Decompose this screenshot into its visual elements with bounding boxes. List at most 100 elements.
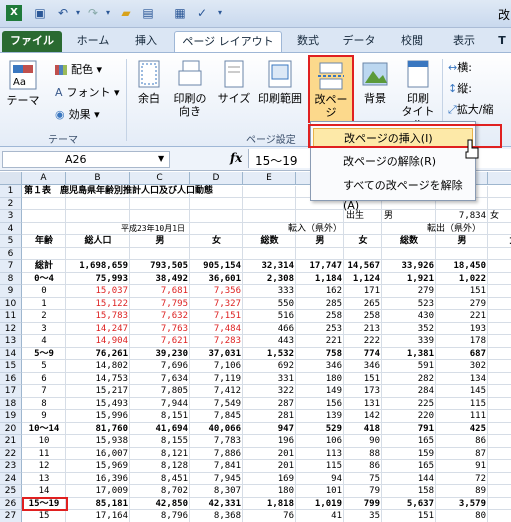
undo-dropdown-icon[interactable]: ▾ <box>70 5 86 21</box>
row-header[interactable]: 11 <box>0 310 22 323</box>
print-preview-icon[interactable]: ▤ <box>140 5 156 21</box>
data-value: 443 <box>277 336 294 346</box>
row-header[interactable]: 8 <box>0 272 22 285</box>
print-area-button[interactable]: 印刷範囲 <box>255 59 305 105</box>
worksheet-grid[interactable]: ABCDEFGHIJ123456789101112131415161718192… <box>0 172 511 522</box>
row-header[interactable]: 18 <box>0 397 22 410</box>
row-header[interactable]: 16 <box>0 372 22 385</box>
data-value: 42,331 <box>208 498 241 509</box>
row-header[interactable]: 1 <box>0 185 22 198</box>
column-header[interactable]: D <box>190 172 243 185</box>
data-value: 42,850 <box>155 498 188 509</box>
data-value: 8,128 <box>160 461 188 471</box>
age-label: 2 <box>41 311 47 321</box>
background-button[interactable]: 背景 <box>358 59 392 105</box>
menu-reset-all-page-breaks[interactable]: すべての改ページを解除(A) <box>313 176 473 212</box>
customize-qat-icon[interactable]: ▾ <box>212 5 228 21</box>
row-header[interactable]: 13 <box>0 335 22 348</box>
row-header[interactable]: 9 <box>0 285 22 298</box>
name-box[interactable]: A26 <box>2 151 170 168</box>
row-header[interactable]: 21 <box>0 435 22 448</box>
column-header[interactable]: A <box>22 172 66 185</box>
colors-button[interactable]: 配色 ▾ <box>55 61 102 79</box>
data-value: 1,019 <box>314 498 342 509</box>
row-header[interactable]: 15 <box>0 360 22 373</box>
row-header[interactable]: 12 <box>0 322 22 335</box>
tab-more[interactable]: T <box>494 31 510 52</box>
spelling-icon[interactable]: ✓ <box>194 5 210 21</box>
data-value: 113 <box>325 448 342 459</box>
menu-remove-page-break[interactable]: 改ページの解除(R) <box>313 152 473 172</box>
tab-data[interactable]: データ <box>336 31 382 52</box>
row-header[interactable]: 4 <box>0 222 22 235</box>
data-value: 35 <box>369 511 380 521</box>
breaks-button[interactable]: 改ページ▼ <box>308 55 354 132</box>
quick-print-icon[interactable]: ▦ <box>172 5 188 21</box>
data-value: 15,493 <box>95 398 128 409</box>
row-header[interactable]: 23 <box>0 460 22 473</box>
data-value: 8,155 <box>160 436 188 446</box>
data-value: 905,154 <box>203 261 241 271</box>
row-header[interactable]: 24 <box>0 472 22 485</box>
name-box-dropdown-icon[interactable]: ▼ <box>158 154 164 163</box>
data-value: 15,996 <box>95 411 128 421</box>
row-header[interactable]: 20 <box>0 422 22 435</box>
row-header[interactable]: 10 <box>0 297 22 310</box>
row-header[interactable]: 3 <box>0 210 22 223</box>
row-header[interactable]: 22 <box>0 447 22 460</box>
size-button[interactable]: サイズ <box>215 59 253 105</box>
data-value: 115 <box>469 398 486 409</box>
data-value: 284 <box>417 386 434 396</box>
save-icon[interactable]: ▣ <box>32 5 48 21</box>
data-value: 37,031 <box>208 348 241 359</box>
tab-file[interactable]: ファイル <box>2 31 62 52</box>
row-header[interactable]: 7 <box>0 260 22 273</box>
title-bar: X ▣ ↶ ▾ ↷ ▾ ▰ ▤ ▦ ✓ ▾ 改 <box>0 0 511 28</box>
row-header[interactable]: 5 <box>0 235 22 248</box>
fx-icon[interactable]: fx <box>230 151 242 165</box>
tab-home[interactable]: ホーム <box>70 31 116 52</box>
column-header[interactable]: E <box>243 172 296 185</box>
data-value: 151 <box>469 286 486 296</box>
column-header[interactable]: B <box>66 172 130 185</box>
row-header[interactable]: 26 <box>0 497 22 510</box>
row-header[interactable]: 6 <box>0 247 22 260</box>
width-icon: ↔ <box>448 61 458 74</box>
row-header[interactable]: 19 <box>0 410 22 423</box>
data-value: 2,308 <box>266 273 294 284</box>
tab-review[interactable]: 校閲 <box>392 31 432 52</box>
data-value: 75,993 <box>95 273 128 284</box>
margins-icon <box>138 60 160 88</box>
height-setting[interactable]: ↕縦: <box>448 80 472 98</box>
row-header[interactable]: 2 <box>0 197 22 210</box>
select-all-corner[interactable] <box>0 172 22 185</box>
effects-button[interactable]: ◉ 効果 ▾ <box>55 106 100 124</box>
width-setting[interactable]: ↔横: <box>448 59 472 77</box>
themes-button[interactable]: Aa テーマ <box>6 59 40 107</box>
row-header[interactable]: 17 <box>0 385 22 398</box>
column-header[interactable]: C <box>130 172 190 185</box>
tab-page-layout[interactable]: ページ レイアウト <box>174 31 282 52</box>
row-header[interactable]: 14 <box>0 347 22 360</box>
row-header[interactable]: 25 <box>0 485 22 498</box>
open-folder-icon[interactable]: ▰ <box>118 5 134 21</box>
tab-formulas[interactable]: 数式 <box>288 31 328 52</box>
row-header[interactable]: 27 <box>0 510 22 522</box>
column-heading: 女 <box>358 236 368 246</box>
tab-insert[interactable]: 挿入 <box>126 31 166 52</box>
scale-setting[interactable]: ⤢拡大/縮 <box>448 101 494 119</box>
column-header[interactable]: J <box>488 172 511 185</box>
tab-view[interactable]: 表示 <box>444 31 484 52</box>
excel-logo-icon[interactable]: X <box>6 5 22 21</box>
data-value: 7,681 <box>160 286 188 296</box>
data-value: 14,802 <box>95 361 128 371</box>
margins-button[interactable]: 余白 <box>132 59 166 105</box>
fonts-button[interactable]: A フォント ▾ <box>55 84 120 102</box>
data-value: 201 <box>277 448 294 459</box>
orientation-button[interactable]: 印刷の 向き <box>168 59 212 118</box>
data-value: 523 <box>417 298 434 309</box>
redo-dropdown-icon[interactable]: ▾ <box>100 5 116 21</box>
age-label: 4 <box>41 336 47 346</box>
redo-icon[interactable]: ↷ <box>85 5 101 21</box>
undo-icon[interactable]: ↶ <box>55 5 71 21</box>
